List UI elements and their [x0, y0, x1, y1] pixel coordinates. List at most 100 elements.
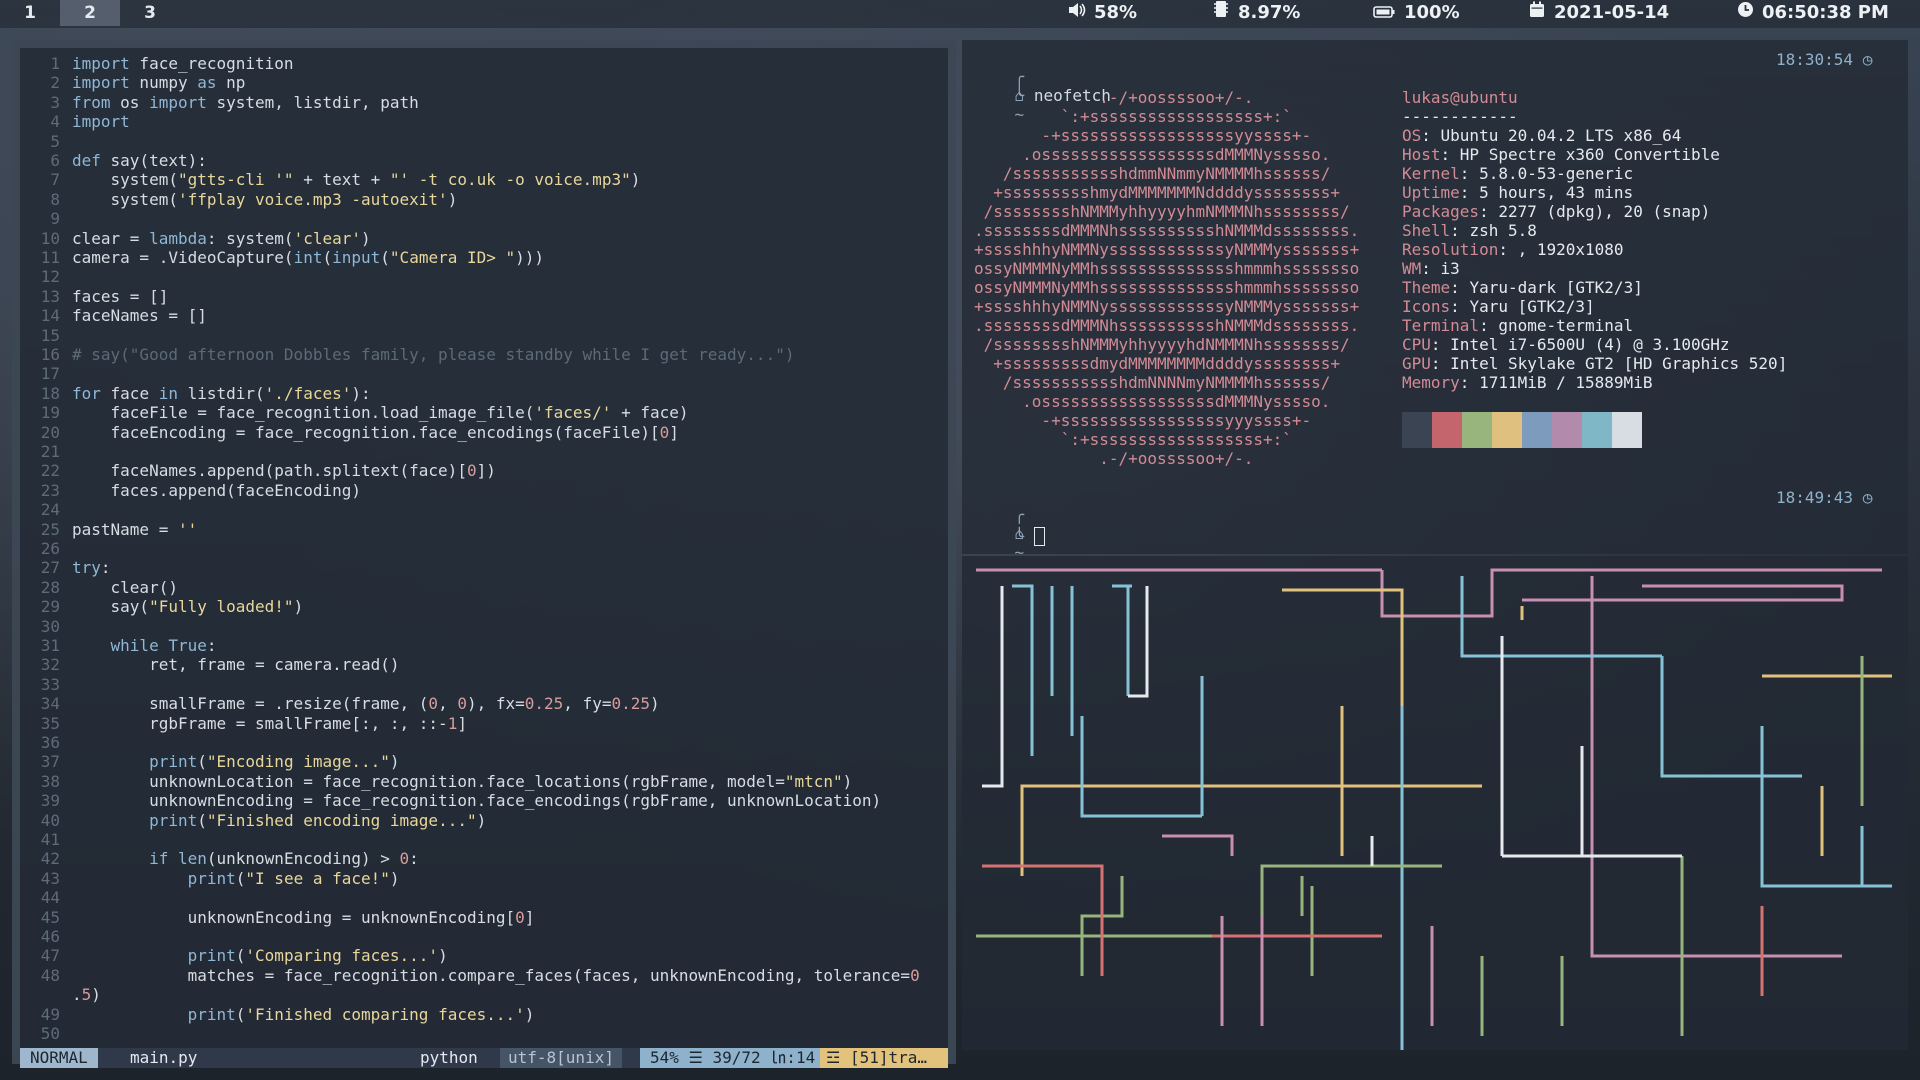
code-line[interactable]: print('Finished comparing faces...'): [72, 1005, 535, 1024]
line-number: 25: [40, 519, 60, 539]
sysinfo-separator: :: [1440, 145, 1460, 164]
code-line[interactable]: ret, frame = camera.read(): [72, 655, 399, 674]
line-number: 49: [40, 1004, 60, 1024]
clock-indicator: 06:50:38 PM: [1736, 0, 1889, 26]
code-line[interactable]: from os import system, listdir, path: [72, 93, 419, 112]
pipes-terminal-window[interactable]: [962, 556, 1908, 1050]
color-swatch: [1552, 412, 1582, 448]
code-line[interactable]: unknownEncoding = face_recognition.face_…: [72, 791, 881, 810]
code-line[interactable]: faces.append(faceEncoding): [72, 481, 361, 500]
file-type: python: [420, 1048, 478, 1067]
ascii-art-line: +sssssssssdmydMMMMMMMMddddyssssssss+: [974, 354, 1341, 373]
ascii-art-line: +sssshhhyNMMNyssssssssssssyNMMMysssssss+: [974, 297, 1360, 316]
code-line[interactable]: try:: [72, 558, 111, 577]
timestamp-value: 18:49:43: [1776, 488, 1854, 507]
pipe-segment: [1112, 584, 1132, 696]
code-line[interactable]: import face_recognition: [72, 54, 294, 73]
time-value: 06:50:38 PM: [1762, 2, 1889, 23]
code-line[interactable]: faceNames.append(path.splitext(face)[0]): [72, 461, 496, 480]
code-line[interactable]: if len(unknownEncoding) > 0:: [72, 849, 419, 868]
pipe-segment: [1760, 726, 1892, 888]
code-line[interactable]: faceEncoding = face_recognition.face_enc…: [72, 423, 679, 442]
code-line[interactable]: rgbFrame = smallFrame[:, :, ::-1]: [72, 714, 467, 733]
volume-indicator[interactable]: 58%: [1068, 0, 1137, 26]
ascii-art-line: /ssssssssssshdmNNNNmyNMMMMhssssss/: [974, 373, 1331, 392]
code-line[interactable]: system("gtts-cli '" + text + "' -t co.uk…: [72, 170, 641, 189]
pipes-animation: [976, 568, 1892, 1050]
sysinfo-separator: :: [1421, 126, 1441, 145]
line-number: 10: [40, 228, 60, 248]
code-line[interactable]: pastName = '': [72, 520, 197, 539]
code-line[interactable]: unknownEncoding = unknownEncoding[0]: [72, 908, 535, 927]
code-line[interactable]: camera = .VideoCapture(int(input("Camera…: [72, 248, 544, 267]
code-line[interactable]: .5): [72, 985, 101, 1004]
sysinfo-separator: :: [1430, 354, 1451, 373]
ascii-art-line: /sssssssshNMMMyhhyyyyhmNMMMNhssssssss/: [974, 202, 1350, 221]
pipe-segment: [1660, 656, 1802, 778]
code-line[interactable]: import numpy as np: [72, 73, 245, 92]
code-line[interactable]: print('Comparing faces...'): [72, 946, 448, 965]
vim-editor-window[interactable]: 1 import face_recognition 2 import numpy as…: [12, 40, 956, 1068]
code-line[interactable]: faces = []: [72, 287, 168, 306]
code-line[interactable]: def say(text):: [72, 151, 207, 170]
sysinfo-value: Yaru-dark [GTK2/3]: [1469, 278, 1643, 297]
line-number: 44: [40, 888, 60, 908]
workspace-1-button[interactable]: 1: [0, 0, 60, 26]
line-number: 43: [40, 868, 60, 888]
line-number: 30: [40, 616, 60, 636]
line-number: 13: [40, 286, 60, 306]
pipe-segment: [1128, 586, 1149, 698]
pipe-segment: [1480, 956, 1564, 1036]
code-line[interactable]: print("I see a face!"): [72, 869, 400, 888]
color-swatch: [1612, 412, 1642, 448]
pipe-segment: [976, 864, 1442, 938]
code-line[interactable]: import: [72, 112, 139, 131]
code-line[interactable]: for face in listdir('./faces'):: [72, 384, 371, 403]
sysinfo-value: 5 hours, 43 mins: [1479, 183, 1634, 202]
line-number: 34: [40, 694, 60, 714]
terminal-window[interactable]: ╭ ⌂ ~ ╰ neofetch 18:30:54 ◷ .-/+oossssoo…: [962, 40, 1908, 562]
color-swatch: [1582, 412, 1612, 448]
code-line[interactable]: say("Fully loaded!"): [72, 597, 304, 616]
code-line[interactable]: while True:: [72, 636, 217, 655]
volume-value: 58%: [1094, 2, 1138, 23]
vim-mode: NORMAL: [20, 1048, 98, 1068]
line-number: 46: [40, 927, 60, 946]
line-number: 17: [40, 364, 60, 384]
code-line[interactable]: print("Encoding image..."): [72, 752, 399, 771]
workspace-3-button[interactable]: 3: [120, 0, 180, 26]
code-line[interactable]: # say("Good afternoon Dobbles family, pl…: [72, 345, 794, 364]
sysinfo-key: Host: [1402, 145, 1441, 164]
code-line[interactable]: unknownLocation = face_recognition.face_…: [72, 772, 852, 791]
code-line[interactable]: faceFile = face_recognition.load_image_f…: [72, 403, 689, 422]
ascii-art-line: ossyNMMMNyMMhsssssssssssssshmmmhssssssso: [974, 278, 1360, 297]
sysinfo-value: Ubuntu 20.04.2 LTS x86_64: [1440, 126, 1682, 145]
ascii-art-line: /sssssssshNMMMyhhyyyyhdNMMMNhssssssss/: [974, 335, 1350, 354]
date-indicator: 2021-05-14: [1528, 0, 1669, 26]
cpu-icon: [1212, 0, 1230, 26]
code-line[interactable]: faceNames = []: [72, 306, 207, 325]
code-line[interactable]: clear(): [72, 578, 178, 597]
sysinfo-key: Uptime: [1402, 183, 1460, 202]
sysinfo-separator: :: [1479, 316, 1499, 335]
line-number: 32: [40, 655, 60, 675]
sysinfo-row: lukas@ubuntu: [1402, 88, 1787, 107]
workspace-2-button[interactable]: 2: [60, 0, 120, 26]
pipe-segment: [1020, 588, 1404, 876]
ascii-art-line: .ssssssssdMMMNhsssssssssshNMMMdssssssss.: [974, 221, 1360, 240]
code-line[interactable]: clear = lambda: system('clear'): [72, 229, 371, 248]
sysinfo-key: Memory: [1402, 373, 1460, 392]
cpu-indicator: 8.97%: [1212, 0, 1300, 26]
line-number: 21: [40, 442, 60, 461]
line-number: 5: [50, 131, 60, 151]
sysinfo-key: Icons: [1402, 297, 1451, 316]
code-line[interactable]: smallFrame = .resize(frame, (0, 0), fx=0…: [72, 694, 660, 713]
pipe-segment: [1340, 706, 1482, 856]
ascii-art-line: .-/+oossssoo+/-.: [974, 449, 1254, 468]
code-line[interactable]: matches = face_recognition.compare_faces…: [72, 966, 920, 985]
line-number: 36: [40, 733, 60, 752]
code-line[interactable]: print("Finished encoding image..."): [72, 811, 486, 830]
sysinfo-row: Icons: Yaru [GTK2/3]: [1402, 297, 1787, 316]
line-number: 37: [40, 752, 60, 772]
code-line[interactable]: system('ffplay voice.mp3 -autoexit'): [72, 190, 458, 209]
